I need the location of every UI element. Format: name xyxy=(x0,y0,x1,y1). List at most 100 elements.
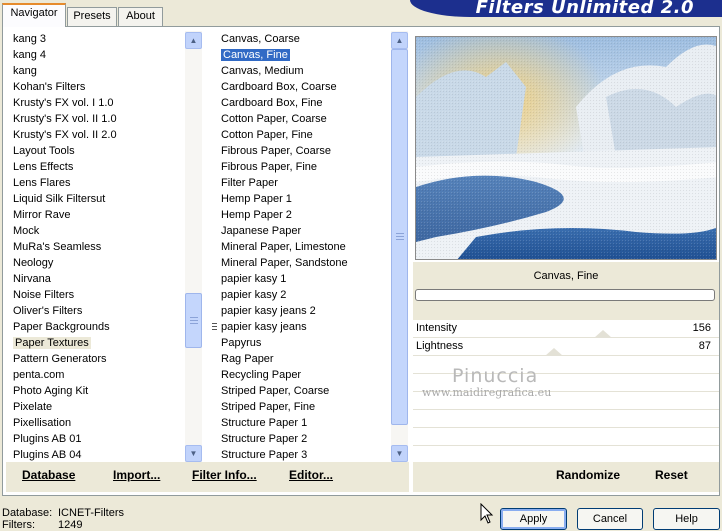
category-list-item[interactable]: Noise Filters xyxy=(10,287,185,303)
filter-list-item[interactable]: Fibrous Paper, Coarse xyxy=(218,143,390,159)
filter-list-item[interactable]: Canvas, Fine xyxy=(218,47,390,63)
category-list-item[interactable]: Pixellisation xyxy=(10,415,185,431)
slider-intensity[interactable]: Intensity 156 xyxy=(413,320,719,338)
filter-list-item[interactable]: papier kasy jeans xyxy=(218,319,390,335)
filter-list-item[interactable]: papier kasy 1 xyxy=(218,271,390,287)
category-list-item[interactable]: Krusty's FX vol. II 1.0 xyxy=(10,111,185,127)
import-button[interactable]: Import... xyxy=(113,468,160,482)
category-list-item[interactable]: Paper Textures xyxy=(10,335,185,351)
category-list-item[interactable]: Oliver's Filters xyxy=(10,303,185,319)
category-list-item[interactable]: Lens Effects xyxy=(10,159,185,175)
randomize-button[interactable]: Randomize xyxy=(556,468,620,482)
filter-item-label: Fibrous Paper, Fine xyxy=(221,161,317,173)
category-list-item[interactable]: Pixelate xyxy=(10,399,185,415)
filter-list-item[interactable]: Hemp Paper 2 xyxy=(218,207,390,223)
filter-list-item[interactable]: Canvas, Coarse xyxy=(218,31,390,47)
filter-list-item[interactable]: Cotton Paper, Fine xyxy=(218,127,390,143)
cancel-button[interactable]: Cancel xyxy=(577,508,643,530)
filter-item-label: Cardboard Box, Coarse xyxy=(221,81,337,93)
category-list-item[interactable]: Krusty's FX vol. II 2.0 xyxy=(10,127,185,143)
category-item-label: MuRa's Seamless xyxy=(13,241,102,253)
category-item-label: Layout Tools xyxy=(13,145,75,157)
filter-list-item[interactable]: Hemp Paper 1 xyxy=(218,191,390,207)
filter-item-label: Canvas, Coarse xyxy=(221,33,300,45)
scroll-down-icon[interactable]: ▼ xyxy=(185,445,202,462)
category-list-item[interactable]: Mirror Rave xyxy=(10,207,185,223)
filter-item-label: Rag Paper xyxy=(221,353,274,365)
category-item-label: Kohan's Filters xyxy=(13,81,86,93)
category-list-item[interactable]: Layout Tools xyxy=(10,143,185,159)
category-item-label: Krusty's FX vol. I 1.0 xyxy=(13,97,114,109)
filter-list-item[interactable]: Striped Paper, Coarse xyxy=(218,383,390,399)
scroll-up-icon[interactable]: ▲ xyxy=(185,32,202,49)
category-item-label: Pixellisation xyxy=(13,417,72,429)
filter-item-label: papier kasy 2 xyxy=(221,289,287,301)
winter-river-landscape xyxy=(416,37,716,259)
filter-list[interactable]: Canvas, Coarse Canvas, Fine Canvas, Medium… xyxy=(218,31,390,463)
filter-list-item[interactable]: Papyrus xyxy=(218,335,390,351)
category-item-label: Mock xyxy=(13,225,40,237)
filter-list-item[interactable]: Canvas, Medium xyxy=(218,63,390,79)
category-list-item[interactable]: Photo Aging Kit xyxy=(10,383,185,399)
filter-list-item[interactable]: Structure Paper 2 xyxy=(218,431,390,447)
category-list-item[interactable]: Neology xyxy=(10,255,185,271)
filter-info-button[interactable]: Filter Info... xyxy=(192,468,257,482)
scroll-down-icon[interactable]: ▼ xyxy=(391,445,408,462)
category-list-item[interactable]: Nirvana xyxy=(10,271,185,287)
category-list-item[interactable]: Kohan's Filters xyxy=(10,79,185,95)
help-button[interactable]: Help xyxy=(653,508,720,530)
slider-lightness[interactable]: Lightness 87 xyxy=(413,338,719,356)
filter-item-label: papier kasy jeans 2 xyxy=(221,305,316,317)
category-list-item[interactable]: MuRa's Seamless xyxy=(10,239,185,255)
editor-button[interactable]: Editor... xyxy=(289,468,333,482)
slider-handle-icon[interactable] xyxy=(594,330,613,338)
reset-button[interactable]: Reset xyxy=(655,468,688,482)
category-item-label: Krusty's FX vol. II 1.0 xyxy=(13,113,117,125)
filter-list-item[interactable]: Cardboard Box, Fine xyxy=(218,95,390,111)
filter-list-item[interactable]: Japanese Paper xyxy=(218,223,390,239)
category-list-item[interactable]: Plugins AB 04 xyxy=(10,447,185,463)
filter-list-item[interactable]: Cotton Paper, Coarse xyxy=(218,111,390,127)
filter-list-item[interactable]: Mineral Paper, Sandstone xyxy=(218,255,390,271)
tab-presets[interactable]: Presets xyxy=(67,7,117,26)
category-list-item[interactable]: Krusty's FX vol. I 1.0 xyxy=(10,95,185,111)
filter-list-item[interactable]: Cardboard Box, Coarse xyxy=(218,79,390,95)
filter-list-item[interactable]: Fibrous Paper, Fine xyxy=(218,159,390,175)
category-item-label: Paper Textures xyxy=(13,337,91,349)
filter-list-item[interactable]: Structure Paper 3 xyxy=(218,447,390,463)
slider-handle-icon[interactable] xyxy=(545,348,564,356)
filter-item-label: papier kasy jeans xyxy=(221,321,307,333)
tab-navigator[interactable]: Navigator xyxy=(2,3,66,27)
filter-list-item[interactable]: Filter Paper xyxy=(218,175,390,191)
category-list-item[interactable]: Mock xyxy=(10,223,185,239)
category-scroll-thumb[interactable] xyxy=(185,293,202,348)
preview-filter-name: Canvas, Fine xyxy=(533,270,599,282)
category-list-item[interactable]: Lens Flares xyxy=(10,175,185,191)
scroll-up-icon[interactable]: ▲ xyxy=(391,32,408,49)
category-list-item[interactable]: Plugins AB 01 xyxy=(10,431,185,447)
category-list-item[interactable]: kang 4 xyxy=(10,47,185,63)
category-list-item[interactable]: kang xyxy=(10,63,185,79)
category-scrollbar[interactable]: ▲ ▼ xyxy=(185,31,202,463)
apply-button[interactable]: Apply xyxy=(500,508,567,530)
category-list-item[interactable]: Paper Backgrounds xyxy=(10,319,185,335)
filter-list-item[interactable]: Mineral Paper, Limestone xyxy=(218,239,390,255)
category-list-item[interactable]: penta.com xyxy=(10,367,185,383)
category-list-item[interactable]: Pattern Generators xyxy=(10,351,185,367)
filter-list-item[interactable]: Rag Paper xyxy=(218,351,390,367)
filter-scrollbar[interactable]: ▲ ▼ xyxy=(391,31,408,463)
filter-list-item[interactable]: papier kasy jeans 2 xyxy=(218,303,390,319)
filter-list-item[interactable]: Recycling Paper xyxy=(218,367,390,383)
category-list-item[interactable]: kang 3 xyxy=(10,31,185,47)
slider-value: 87 xyxy=(698,340,711,352)
filter-list-item[interactable]: Striped Paper, Fine xyxy=(218,399,390,415)
category-item-label: Photo Aging Kit xyxy=(13,385,89,397)
filter-list-item[interactable]: papier kasy 2 xyxy=(218,287,390,303)
category-list[interactable]: kang 3 kang 4 kang Kohan's Filters Krusty's … xyxy=(10,31,185,463)
filter-list-item[interactable]: Structure Paper 1 xyxy=(218,415,390,431)
tab-about[interactable]: About xyxy=(118,7,163,26)
filter-scroll-thumb[interactable] xyxy=(391,49,408,425)
database-button[interactable]: Database xyxy=(22,468,75,482)
filter-item-label: Mineral Paper, Limestone xyxy=(221,241,346,253)
category-list-item[interactable]: Liquid Silk Filtersut xyxy=(10,191,185,207)
